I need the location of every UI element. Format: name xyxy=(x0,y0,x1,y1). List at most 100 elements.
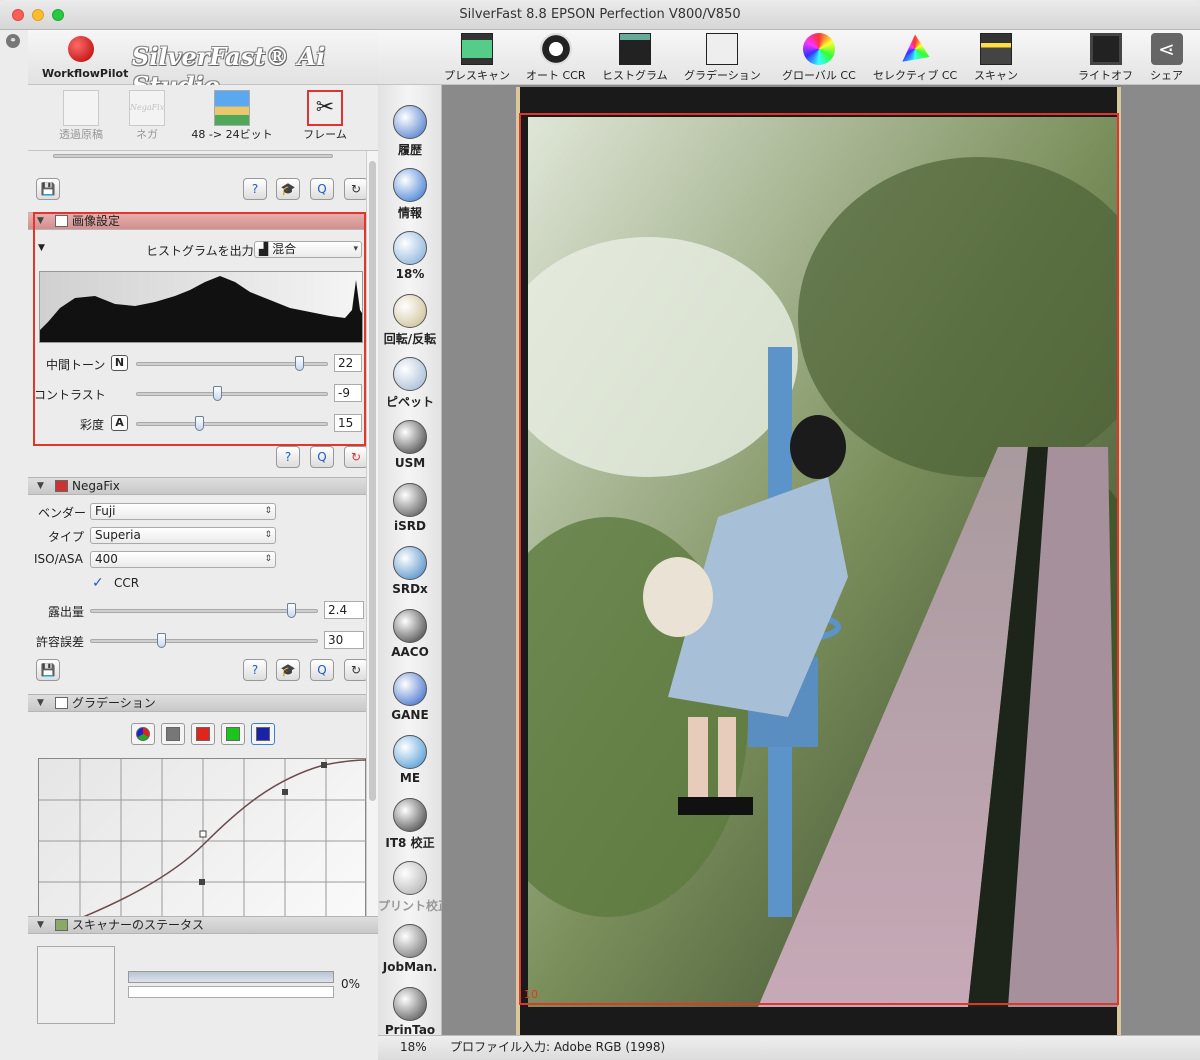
reset-icon[interactable]: ↻ xyxy=(344,178,366,200)
gradation-curve[interactable] xyxy=(39,759,366,916)
partial-slider-track[interactable] xyxy=(53,154,333,158)
save-settings-button-2[interactable]: 💾 xyxy=(36,659,60,681)
histogram-display xyxy=(39,271,363,343)
tool-srdx[interactable]: SRDx xyxy=(378,546,442,596)
image-slider-knob[interactable] xyxy=(295,356,305,371)
expand-triangle-icon[interactable]: ▼ xyxy=(38,243,45,253)
image-slider-value[interactable]: 22 xyxy=(334,354,362,372)
help-button[interactable]: ? xyxy=(243,178,267,200)
tutorial-cap-icon[interactable]: 🎓 xyxy=(276,178,300,200)
tool-zoom[interactable]: 18% xyxy=(378,231,442,281)
light-off-icon xyxy=(1089,33,1122,65)
tool-isrd[interactable]: iSRD xyxy=(378,483,442,533)
scanner-icon xyxy=(55,919,68,931)
image-slider-track[interactable] xyxy=(136,422,328,426)
tolerance-value[interactable]: 30 xyxy=(324,631,364,649)
exposure-value[interactable]: 2.4 xyxy=(324,601,364,619)
global-cc-button[interactable]: グローバル CC xyxy=(782,33,856,83)
light-off-button[interactable]: ライトオフ xyxy=(1078,33,1133,83)
preview-area: 10 xyxy=(442,85,1200,1035)
mode-frame[interactable]: ✂ フレーム xyxy=(290,90,360,142)
left-edge: ⚭ xyxy=(0,30,28,1060)
scan-progress-bar xyxy=(128,971,334,983)
hist-output-select[interactable]: ▟ 混合 ▾ xyxy=(254,241,362,258)
reset-icon-2[interactable]: ↻ xyxy=(344,446,366,468)
blue-channel-button[interactable] xyxy=(251,723,275,745)
zoom-level: 18% xyxy=(400,1040,427,1054)
exposure-slider-knob[interactable] xyxy=(286,603,296,618)
mode-transparency[interactable]: 透過原稿 xyxy=(46,90,116,142)
exposure-slider-track[interactable] xyxy=(90,609,318,613)
collapse-triangle-icon[interactable]: ▼ xyxy=(37,478,44,494)
collapse-triangle-icon[interactable]: ▼ xyxy=(37,917,44,933)
zoom-window-button[interactable] xyxy=(52,9,64,21)
scan-button[interactable]: スキャン xyxy=(974,33,1018,83)
tool-info[interactable]: 情報 xyxy=(378,168,442,221)
quicktime-help-icon-2[interactable]: Q xyxy=(310,446,334,468)
chain-link-icon[interactable]: ⚭ xyxy=(6,34,20,48)
gradation-button[interactable]: グラデーション xyxy=(684,33,761,83)
tolerance-slider-track[interactable] xyxy=(90,639,318,643)
close-window-button[interactable] xyxy=(12,9,24,21)
image-slider-value[interactable]: 15 xyxy=(334,414,362,432)
tool-it8[interactable]: IT8 校正 xyxy=(378,798,442,851)
gradation-icon xyxy=(706,33,739,65)
red-channel-button[interactable] xyxy=(191,723,215,745)
quicktime-help-icon[interactable]: Q xyxy=(310,178,334,200)
help-button-3[interactable]: ? xyxy=(243,659,267,681)
tool-gane[interactable]: GANE xyxy=(378,672,442,722)
mode-negative[interactable]: NegaFix ネガ xyxy=(112,90,182,142)
all-channels-button[interactable] xyxy=(131,723,155,745)
tool-label: iSRD xyxy=(394,519,426,533)
histogram-button[interactable]: ヒストグラム xyxy=(602,33,668,83)
image-slider-knob[interactable] xyxy=(195,416,205,431)
image-slider-mode-tag[interactable]: A xyxy=(111,415,128,431)
gradation-curve-editor[interactable] xyxy=(38,758,366,916)
gradation-header[interactable]: ▼ グラデーション xyxy=(28,694,366,712)
type-select[interactable]: Superia ⇕ xyxy=(90,527,276,544)
workflow-pilot-logo-icon[interactable] xyxy=(68,36,94,62)
tool-aaco[interactable]: AACO xyxy=(378,609,442,659)
tool-print-calibration[interactable]: プリント校正 xyxy=(378,861,450,914)
mode-bitdepth[interactable]: 48 -> 24ビット xyxy=(188,90,276,142)
quicktime-help-icon-3[interactable]: Q xyxy=(310,659,334,681)
image-slider-value[interactable]: -9 xyxy=(334,384,362,402)
panel-scrollbar[interactable] xyxy=(366,151,378,916)
tool-jobman[interactable]: JobMan. xyxy=(378,924,442,974)
tool-pipette[interactable]: ピペット xyxy=(378,357,442,410)
help-button-2[interactable]: ? xyxy=(276,446,300,468)
auto-ccr-button[interactable]: オート CCR xyxy=(526,33,586,83)
tool-rotate-flip[interactable]: 回転/反転 xyxy=(378,294,442,347)
save-settings-button[interactable]: 💾 xyxy=(36,178,60,200)
printao-icon xyxy=(393,987,427,1021)
tool-history[interactable]: 履歴 xyxy=(378,105,442,158)
collapse-triangle-icon[interactable]: ▼ xyxy=(37,695,44,711)
ccr-checkbox[interactable]: ✓ xyxy=(92,575,104,591)
iso-select[interactable]: 400 ⇕ xyxy=(90,551,276,568)
image-slider-knob[interactable] xyxy=(212,386,222,401)
image-slider-track[interactable] xyxy=(136,392,328,396)
image-slider-mode-tag[interactable]: N xyxy=(111,355,128,371)
it8-icon xyxy=(393,798,427,832)
tool-usm[interactable]: USM xyxy=(378,420,442,470)
reset-icon-3[interactable]: ↻ xyxy=(344,659,366,681)
gray-channel-button[interactable] xyxy=(161,723,185,745)
mode-frame-label: フレーム xyxy=(303,128,347,141)
green-channel-button[interactable] xyxy=(221,723,245,745)
vendor-select[interactable]: Fuji ⇕ xyxy=(90,503,276,520)
scroll-thumb[interactable] xyxy=(369,161,376,801)
tool-me[interactable]: ME xyxy=(378,735,442,785)
tutorial-cap-icon-2[interactable]: 🎓 xyxy=(276,659,300,681)
tool-printao[interactable]: PrinTao xyxy=(378,987,442,1037)
ccr-label: CCR xyxy=(114,576,140,590)
share-label: シェア xyxy=(1150,69,1183,82)
scanner-status-header[interactable]: ▼ スキャナーのステータス xyxy=(28,916,378,934)
share-button[interactable]: ⋖ シェア xyxy=(1150,33,1183,83)
negafix-header[interactable]: ▼ NegaFix xyxy=(28,477,366,495)
scan-frame-selection[interactable] xyxy=(519,113,1119,1005)
prescan-button[interactable]: プレスキャン xyxy=(444,33,510,83)
tolerance-slider-knob[interactable] xyxy=(156,633,166,648)
type-value: Superia xyxy=(95,528,141,542)
selective-cc-button[interactable]: セレクティブ CC xyxy=(873,33,957,83)
minimize-window-button[interactable] xyxy=(32,9,44,21)
